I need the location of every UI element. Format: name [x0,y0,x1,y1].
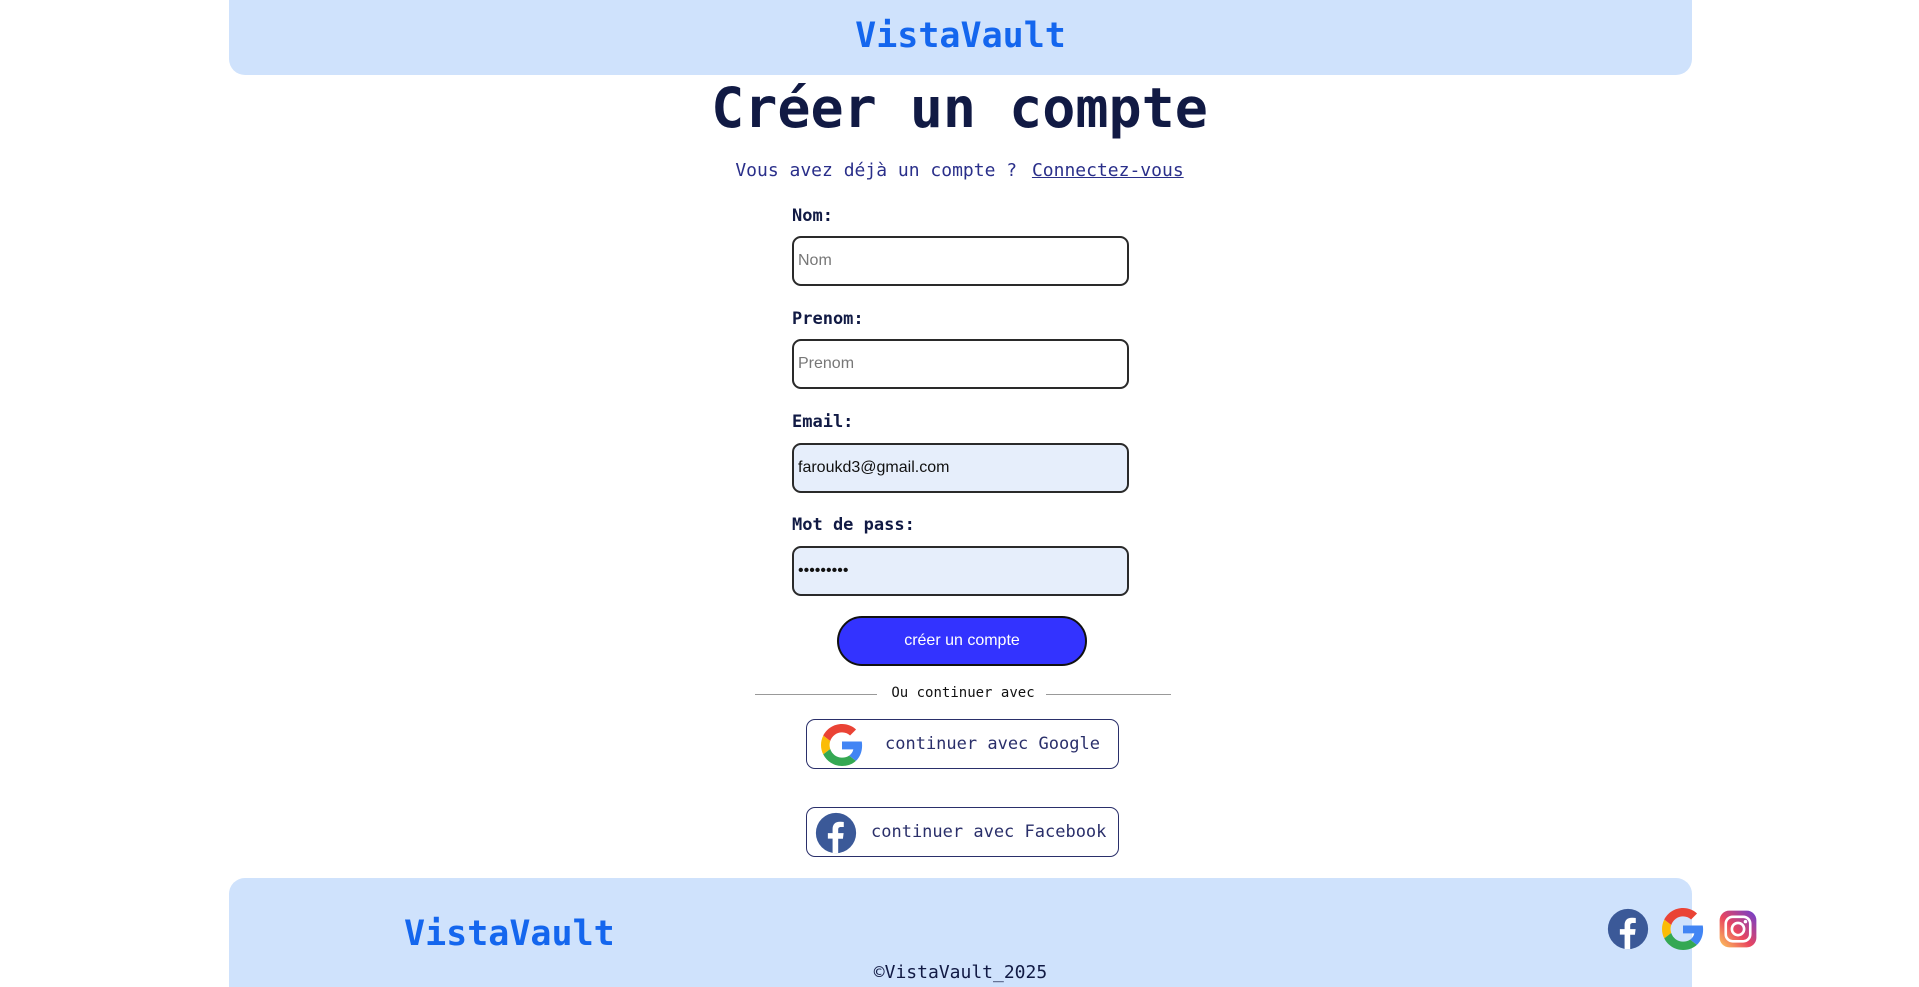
signin-prompt-line: Vous avez déjà un compte ? Connectez-vou… [0,160,1919,181]
google-icon [821,724,863,766]
facebook-icon [815,812,857,854]
instagram-icon[interactable] [1717,908,1759,950]
google-icon[interactable] [1662,908,1704,950]
prenom-input[interactable] [792,339,1129,389]
prenom-label: Prenom: [792,309,864,329]
nom-input[interactable] [792,236,1129,286]
nom-label: Nom: [792,206,833,226]
divider: Ou continuer avec [755,684,1171,704]
facebook-button-label: continuer avec Facebook [871,822,1107,842]
copyright-text: ©VistaVault_2025 [873,962,1048,983]
header-bar: VistaVault [229,0,1692,75]
footer: VistaVault ©VistaVault_2025 [229,878,1757,987]
email-input[interactable] [792,443,1129,493]
password-label: Mot de pass: [792,515,915,535]
header-brand[interactable]: VistaVault [229,16,1692,56]
create-account-button[interactable]: créer un compte [837,616,1087,666]
page-title: Créer un compte [711,76,1208,140]
signin-link[interactable]: Connectez-vous [1032,160,1184,181]
signin-prompt: Vous avez déjà un compte ? [735,160,1018,181]
facebook-icon[interactable] [1607,908,1649,950]
footer-brand[interactable]: VistaVault [404,914,615,954]
divider-line-right [1046,694,1171,695]
email-label: Email: [792,412,854,432]
google-signin-button[interactable]: continuer avec Google [806,719,1119,769]
facebook-signin-button[interactable]: continuer avec Facebook [806,807,1119,857]
divider-text: Ou continuer avec [891,685,1035,701]
password-input[interactable] [792,546,1129,596]
google-button-label: continuer avec Google [885,734,1100,754]
